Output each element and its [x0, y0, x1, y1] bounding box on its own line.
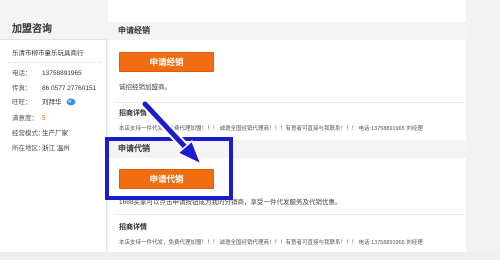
pointer-arrow-icon [140, 99, 203, 166]
page: 加盟咨询 乐清市柳市童乐玩具商行 电话： 13758891965 传真： 86 05… [0, 0, 500, 260]
